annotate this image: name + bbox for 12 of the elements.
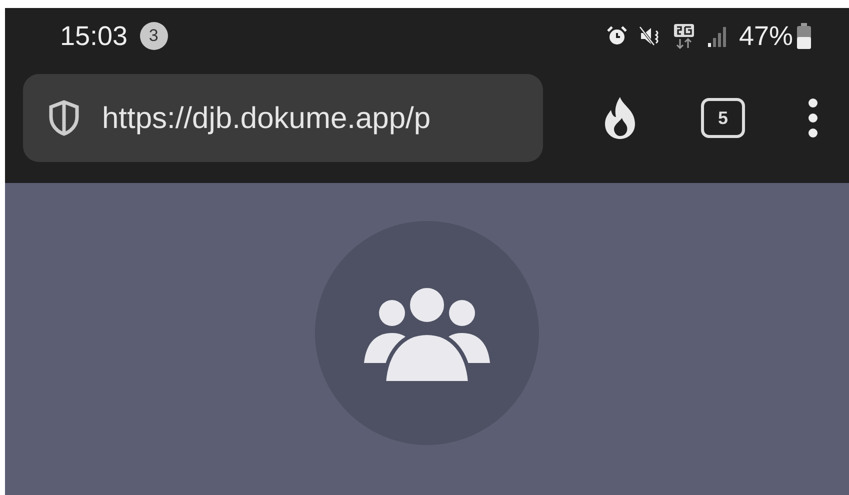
- notification-count: 3: [140, 22, 168, 50]
- signal-icon: [706, 25, 727, 47]
- more-menu-icon[interactable]: [807, 98, 819, 138]
- alarm-icon: [606, 26, 627, 46]
- tab-count-button[interactable]: 5: [701, 98, 745, 138]
- mute-icon: [638, 26, 661, 46]
- shield-icon: [48, 100, 80, 136]
- address-bar[interactable]: https://djb.dokume.app/p: [23, 74, 543, 162]
- battery-icon: [797, 23, 811, 49]
- network-icon: [672, 23, 695, 49]
- clock-time: 15:03: [60, 20, 128, 53]
- battery-percentage: 47%: [738, 20, 793, 53]
